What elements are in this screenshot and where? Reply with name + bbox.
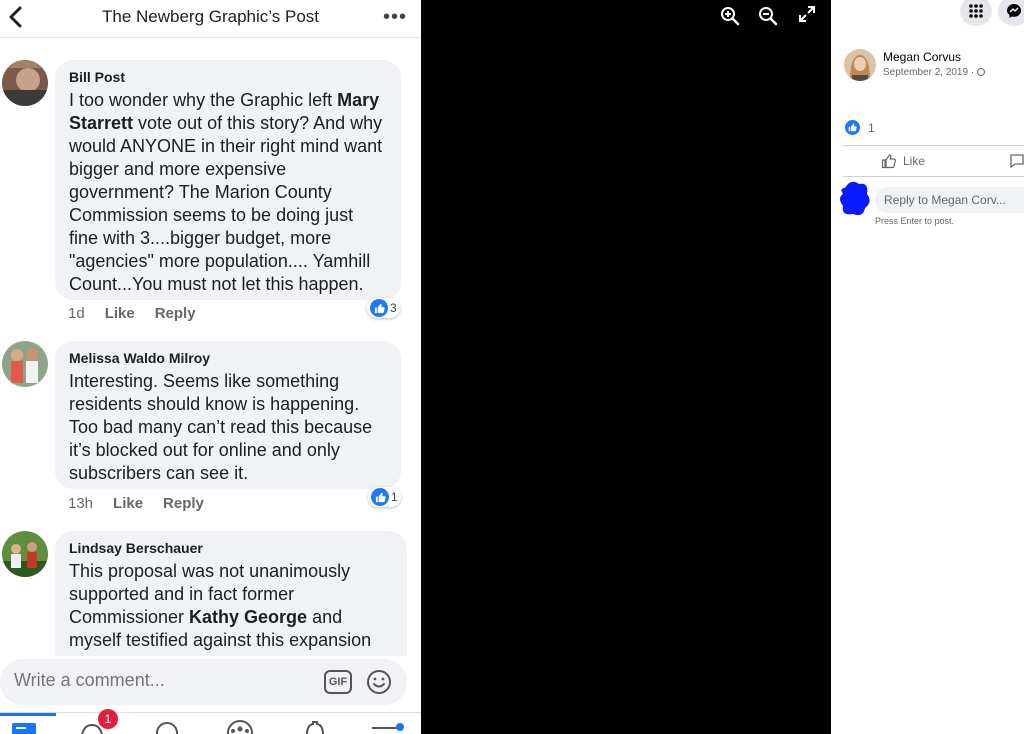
comment-composer: GIF: [0, 656, 421, 712]
avatar[interactable]: [844, 49, 876, 81]
post-author[interactable]: Megan Corvus: [883, 50, 961, 64]
comment-bubble: Melissa Waldo Milroy Interesting. Seems …: [55, 341, 401, 489]
comment-bubble: Lindsay Berschauer This proposal was not…: [55, 531, 407, 671]
notifications-bell-icon[interactable]: [300, 713, 340, 734]
like-button[interactable]: Like: [113, 495, 143, 512]
comment-author[interactable]: Melissa Waldo Milroy: [69, 349, 387, 367]
menu-icon[interactable]: [370, 713, 410, 734]
reply-button[interactable]: Reply: [163, 495, 204, 512]
post-date[interactable]: September 2, 2019 ·: [883, 67, 985, 78]
reaction-count[interactable]: 3: [367, 298, 400, 318]
groups-icon[interactable]: [222, 713, 262, 734]
comment-time: 1d: [68, 305, 85, 322]
notification-badge: 1: [98, 709, 118, 729]
post-sidebar: Megan Corvus September 2, 2019 · 1 Like …: [831, 0, 1024, 734]
comment-author[interactable]: Bill Post: [69, 68, 387, 86]
like-reaction-icon: [370, 299, 388, 317]
more-options-icon[interactable]: •••: [383, 6, 407, 29]
zoom-out-icon[interactable]: [758, 6, 778, 26]
apps-grid-icon[interactable]: [960, 0, 992, 26]
profile-icon[interactable]: [152, 713, 192, 734]
photo-viewer: [421, 0, 831, 734]
like-button[interactable]: Like: [881, 153, 925, 169]
comment-bubble: Bill Post I too wonder why the Graphic l…: [55, 60, 401, 300]
like-button[interactable]: Like: [105, 305, 135, 322]
reply-input[interactable]: Reply to Megan Corv...: [875, 187, 1024, 213]
like-reaction-icon: [845, 120, 860, 135]
globe-icon: [976, 68, 985, 76]
comment-input[interactable]: [14, 670, 274, 691]
emoji-icon[interactable]: [366, 669, 392, 695]
comment-time: 13h: [68, 495, 94, 512]
avatar[interactable]: [2, 531, 48, 577]
comment-text: Interesting. Seems like something reside…: [69, 371, 373, 483]
comment-text: I too wonder why the Graphic left Mary S…: [69, 90, 383, 294]
mobile-post-view: The Newberg Graphic’s Post ••• Bill Post…: [0, 0, 421, 734]
comment-author[interactable]: Lindsay Berschauer: [69, 539, 393, 557]
thumbs-up-icon: [881, 154, 896, 169]
comment-actions: 1d Like Reply: [68, 305, 196, 322]
reaction-count[interactable]: 1: [368, 487, 401, 507]
post-header: The Newberg Graphic’s Post •••: [0, 0, 421, 38]
comment-actions: 13h Like Reply: [68, 495, 204, 512]
divider: [843, 145, 1024, 146]
mention-link[interactable]: Kathy George: [189, 607, 307, 627]
zoom-in-icon[interactable]: [720, 6, 740, 26]
divider: [843, 176, 1024, 177]
messenger-icon[interactable]: [998, 0, 1024, 26]
reply-button[interactable]: Reply: [155, 305, 196, 322]
like-count[interactable]: 1: [845, 120, 875, 135]
gif-button[interactable]: GIF: [324, 670, 352, 694]
post-title: The Newberg Graphic’s Post: [101, 7, 319, 26]
comment-icon[interactable]: [1009, 153, 1024, 169]
like-reaction-icon: [371, 488, 389, 506]
avatar[interactable]: [2, 341, 48, 387]
bottom-tab-bar: 1: [0, 709, 421, 734]
fullscreen-icon[interactable]: [799, 6, 819, 26]
comment-composer-box: GIF: [0, 659, 407, 705]
avatar[interactable]: [2, 60, 48, 106]
comment-text: This proposal was not unanimously suppor…: [69, 561, 372, 650]
news-feed-icon[interactable]: [10, 713, 50, 734]
redacted-avatar: [837, 178, 873, 218]
post-hint: Press Enter to post.: [875, 216, 955, 226]
